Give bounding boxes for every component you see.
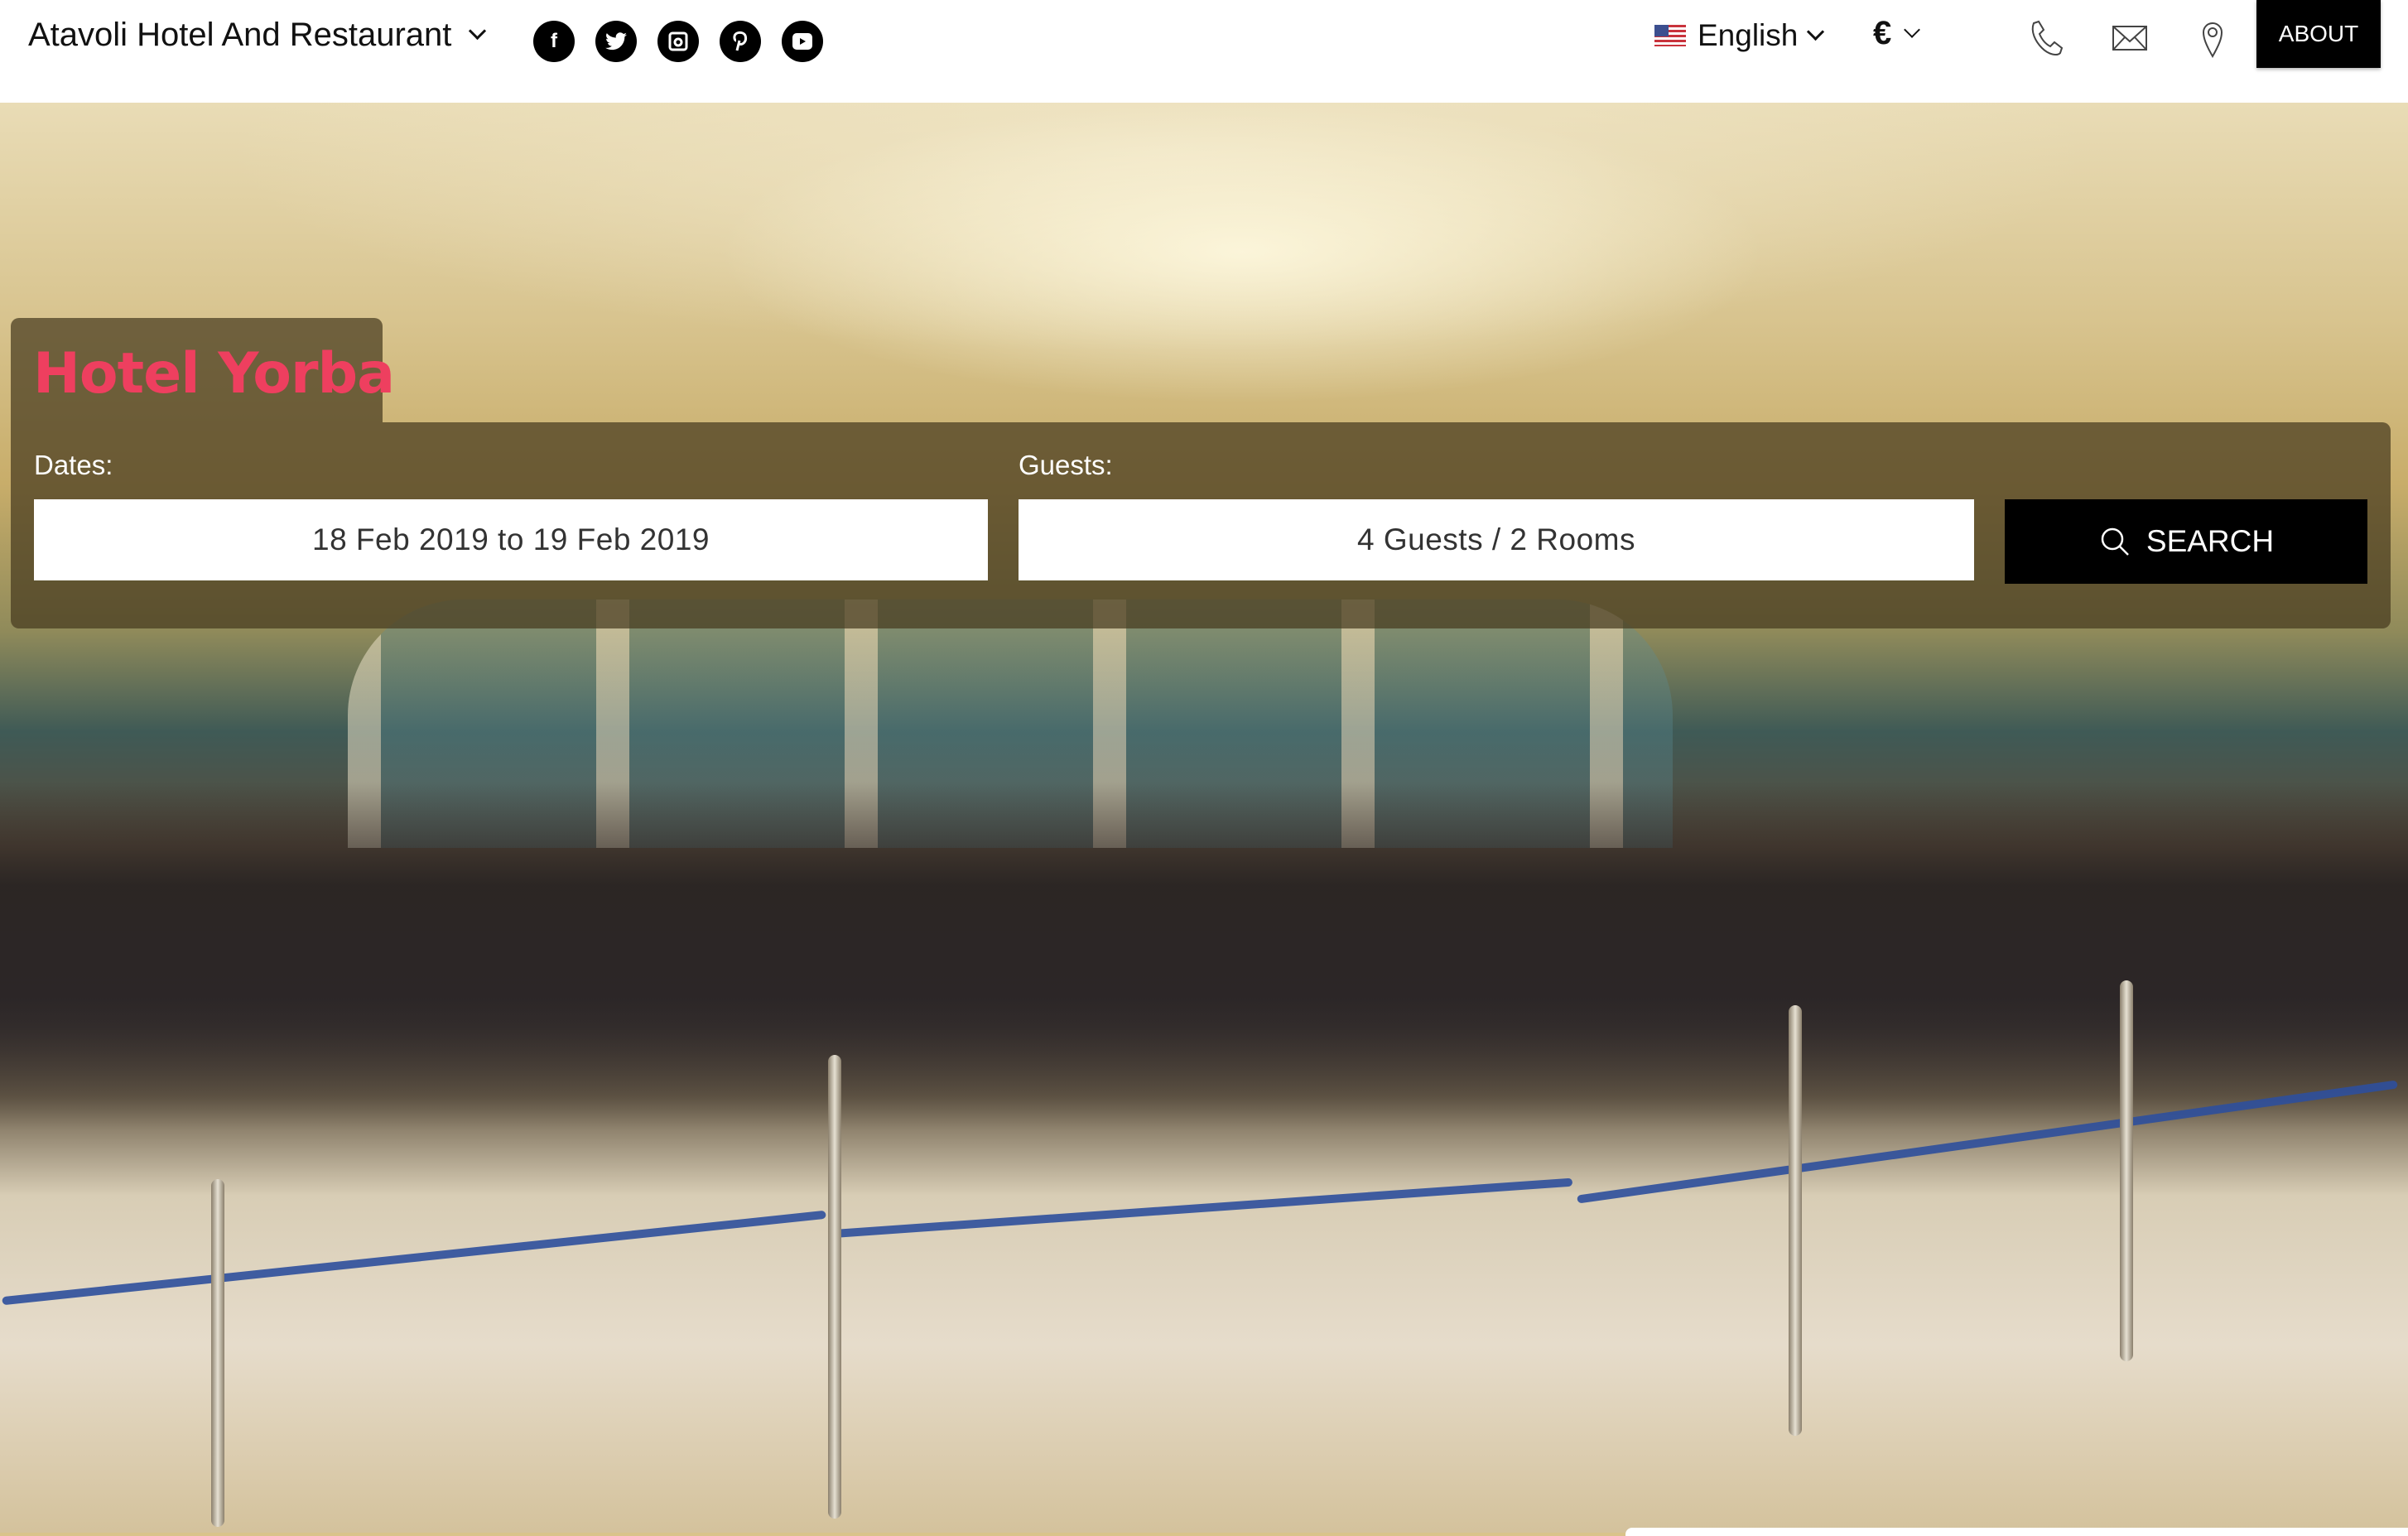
about-button[interactable]: ABOUT xyxy=(2256,0,2381,68)
youtube-icon[interactable] xyxy=(782,21,823,62)
brand-menu[interactable]: Atavoli Hotel And Restaurant xyxy=(28,17,487,54)
pinterest-icon[interactable] xyxy=(720,21,761,62)
hotel-name: Hotel Yorba xyxy=(33,341,395,407)
queue-rope xyxy=(828,1177,1573,1239)
search-button[interactable]: SEARCH xyxy=(2005,499,2367,584)
chevron-down-icon xyxy=(469,22,487,41)
language-selector[interactable]: English xyxy=(1654,18,1825,53)
search-icon xyxy=(2101,527,2129,556)
queue-rope xyxy=(2,1210,826,1306)
mail-icon[interactable] xyxy=(2110,18,2150,58)
top-navbar: Atavoli Hotel And Restaurant f English € xyxy=(0,0,2408,103)
language-label: English xyxy=(1698,18,1799,52)
us-flag-icon xyxy=(1654,25,1686,46)
brand-name: Atavoli Hotel And Restaurant xyxy=(28,17,452,53)
location-pin-icon[interactable] xyxy=(2193,18,2232,59)
guests-field[interactable]: 4 Guests / 2 Rooms xyxy=(1019,499,1974,580)
dates-field[interactable]: 18 Feb 2019 to 19 Feb 2019 xyxy=(34,499,988,580)
chevron-down-icon xyxy=(1807,22,1825,41)
lobby-crowd xyxy=(0,782,2408,1129)
stanchion-post xyxy=(2120,980,2133,1361)
currency-selector[interactable]: € xyxy=(1873,15,1921,52)
currency-label: € xyxy=(1873,15,1892,51)
social-links: f xyxy=(533,21,823,62)
stanchion-post xyxy=(828,1055,841,1519)
guests-label: Guests: xyxy=(1019,450,1113,480)
stanchion-post xyxy=(1789,1005,1802,1436)
search-label: SEARCH xyxy=(2146,524,2275,558)
instagram-icon[interactable] xyxy=(657,21,699,62)
phone-icon[interactable] xyxy=(2025,18,2065,58)
chevron-down-icon xyxy=(1904,21,1921,38)
twitter-icon[interactable] xyxy=(595,21,637,62)
facebook-icon[interactable]: f xyxy=(533,21,575,62)
bottom-card-edge xyxy=(1625,1528,2408,1536)
stanchion-post xyxy=(211,1179,224,1527)
dates-label: Dates: xyxy=(34,450,113,480)
